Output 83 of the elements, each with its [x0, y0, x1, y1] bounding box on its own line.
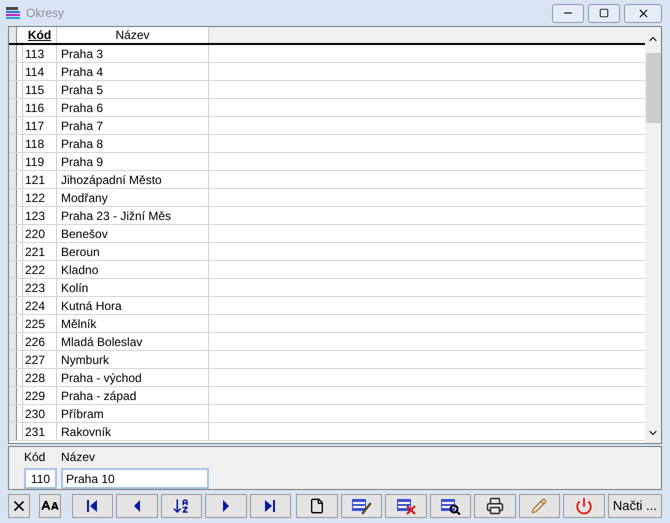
edit-record-icon [350, 496, 372, 514]
toolbar-button[interactable] [340, 494, 382, 518]
table-cell: 113 [23, 45, 57, 62]
field-label: Název [61, 449, 96, 466]
table-cell: 221 [23, 243, 57, 260]
pencil-icon [531, 498, 548, 514]
table-cell: 121 [23, 171, 57, 188]
table-cell: Praha 6 [57, 99, 209, 116]
scrollbar[interactable] [645, 27, 661, 443]
table-cell: Modřany [57, 189, 209, 206]
table-cell: 229 [23, 387, 57, 404]
table-cell: Praha 7 [57, 117, 209, 134]
toolbar-button[interactable] [385, 494, 427, 518]
table-cell: Praha 8 [57, 135, 209, 152]
table-cell: 117 [23, 117, 57, 134]
toolbar-button[interactable] [474, 494, 516, 518]
table-cell: Nymburk [57, 351, 209, 368]
table-cell: 230 [23, 405, 57, 422]
toolbar-button[interactable] [296, 494, 338, 518]
input-field[interactable]: Praha 10 [61, 468, 209, 489]
column-header[interactable]: Kód [23, 27, 57, 43]
toolbar-button[interactable] [160, 494, 202, 518]
power-icon [574, 496, 593, 514]
toolbar-button[interactable] [430, 494, 472, 518]
first-record-icon [86, 498, 98, 512]
table-cell: 228 [23, 369, 57, 386]
window-title: Okresy [26, 5, 64, 22]
toolbar-button[interactable] [205, 494, 247, 518]
table-cell: Příbram [57, 405, 209, 422]
input-field[interactable]: 110 [24, 468, 57, 489]
table-cell: Kolín [57, 279, 209, 296]
table-cell: Benešov [57, 225, 209, 242]
table-cell: Mělník [57, 315, 209, 332]
table-cell: Praha 4 [57, 63, 209, 80]
table-cell: 226 [23, 333, 57, 350]
table-cell: 114 [23, 63, 57, 80]
close-button[interactable] [624, 4, 662, 22]
table-cell: 123 [23, 207, 57, 224]
close-icon [636, 6, 650, 20]
delete-record-icon [394, 496, 417, 514]
table-cell: Kladno [57, 261, 209, 278]
table-cell: Praha 3 [57, 45, 209, 62]
toolbar-button[interactable] [38, 494, 60, 518]
table-cell: Rakovník [57, 423, 209, 440]
table-cell: 115 [23, 81, 57, 98]
table-cell: Jihozápadní Město [57, 171, 209, 188]
table-cell: Praha 5 [57, 81, 209, 98]
table-cell: Praha - západ [57, 387, 209, 404]
next-icon [222, 498, 230, 512]
toolbar-button[interactable] [116, 494, 158, 518]
toolbar-button[interactable] [8, 494, 30, 518]
table-cell: 220 [23, 225, 57, 242]
table-cell: Praha 9 [57, 153, 209, 170]
find-record-icon [439, 496, 462, 514]
table-cell: 227 [23, 351, 57, 368]
maximize-icon [599, 8, 609, 18]
last-record-icon [264, 498, 276, 512]
row-indicator-header [9, 27, 17, 43]
table-cell: Beroun [57, 243, 209, 260]
previous-icon [132, 498, 141, 512]
field-label: Kód [24, 449, 46, 466]
app-icon [4, 5, 22, 21]
table-cell: 223 [23, 279, 57, 296]
load-button[interactable]: Načti ... [608, 494, 662, 518]
table-cell: Praha - východ [57, 369, 209, 386]
new-document-icon [308, 498, 325, 514]
maximize-button[interactable] [588, 4, 620, 22]
table-cell: 231 [23, 423, 57, 440]
printer-icon [486, 496, 504, 514]
table-cell: Praha 23 - Jižní Měs [57, 207, 209, 224]
table-cell: 116 [23, 99, 57, 116]
table-cell: 224 [23, 297, 57, 314]
table-cell: 122 [23, 189, 57, 206]
table-cell: 222 [23, 261, 57, 278]
toolbar-button[interactable] [250, 494, 292, 518]
table-cell: 119 [23, 153, 57, 170]
toolbar-button[interactable] [72, 494, 114, 518]
table-cell: Mladá Boleslav [57, 333, 209, 350]
table-cell: Kutná Hora [57, 297, 209, 314]
table-cell: 118 [23, 135, 57, 152]
table-cell: 225 [23, 315, 57, 332]
scrollbar-thumb[interactable] [646, 53, 660, 123]
sort-icon [172, 496, 190, 514]
